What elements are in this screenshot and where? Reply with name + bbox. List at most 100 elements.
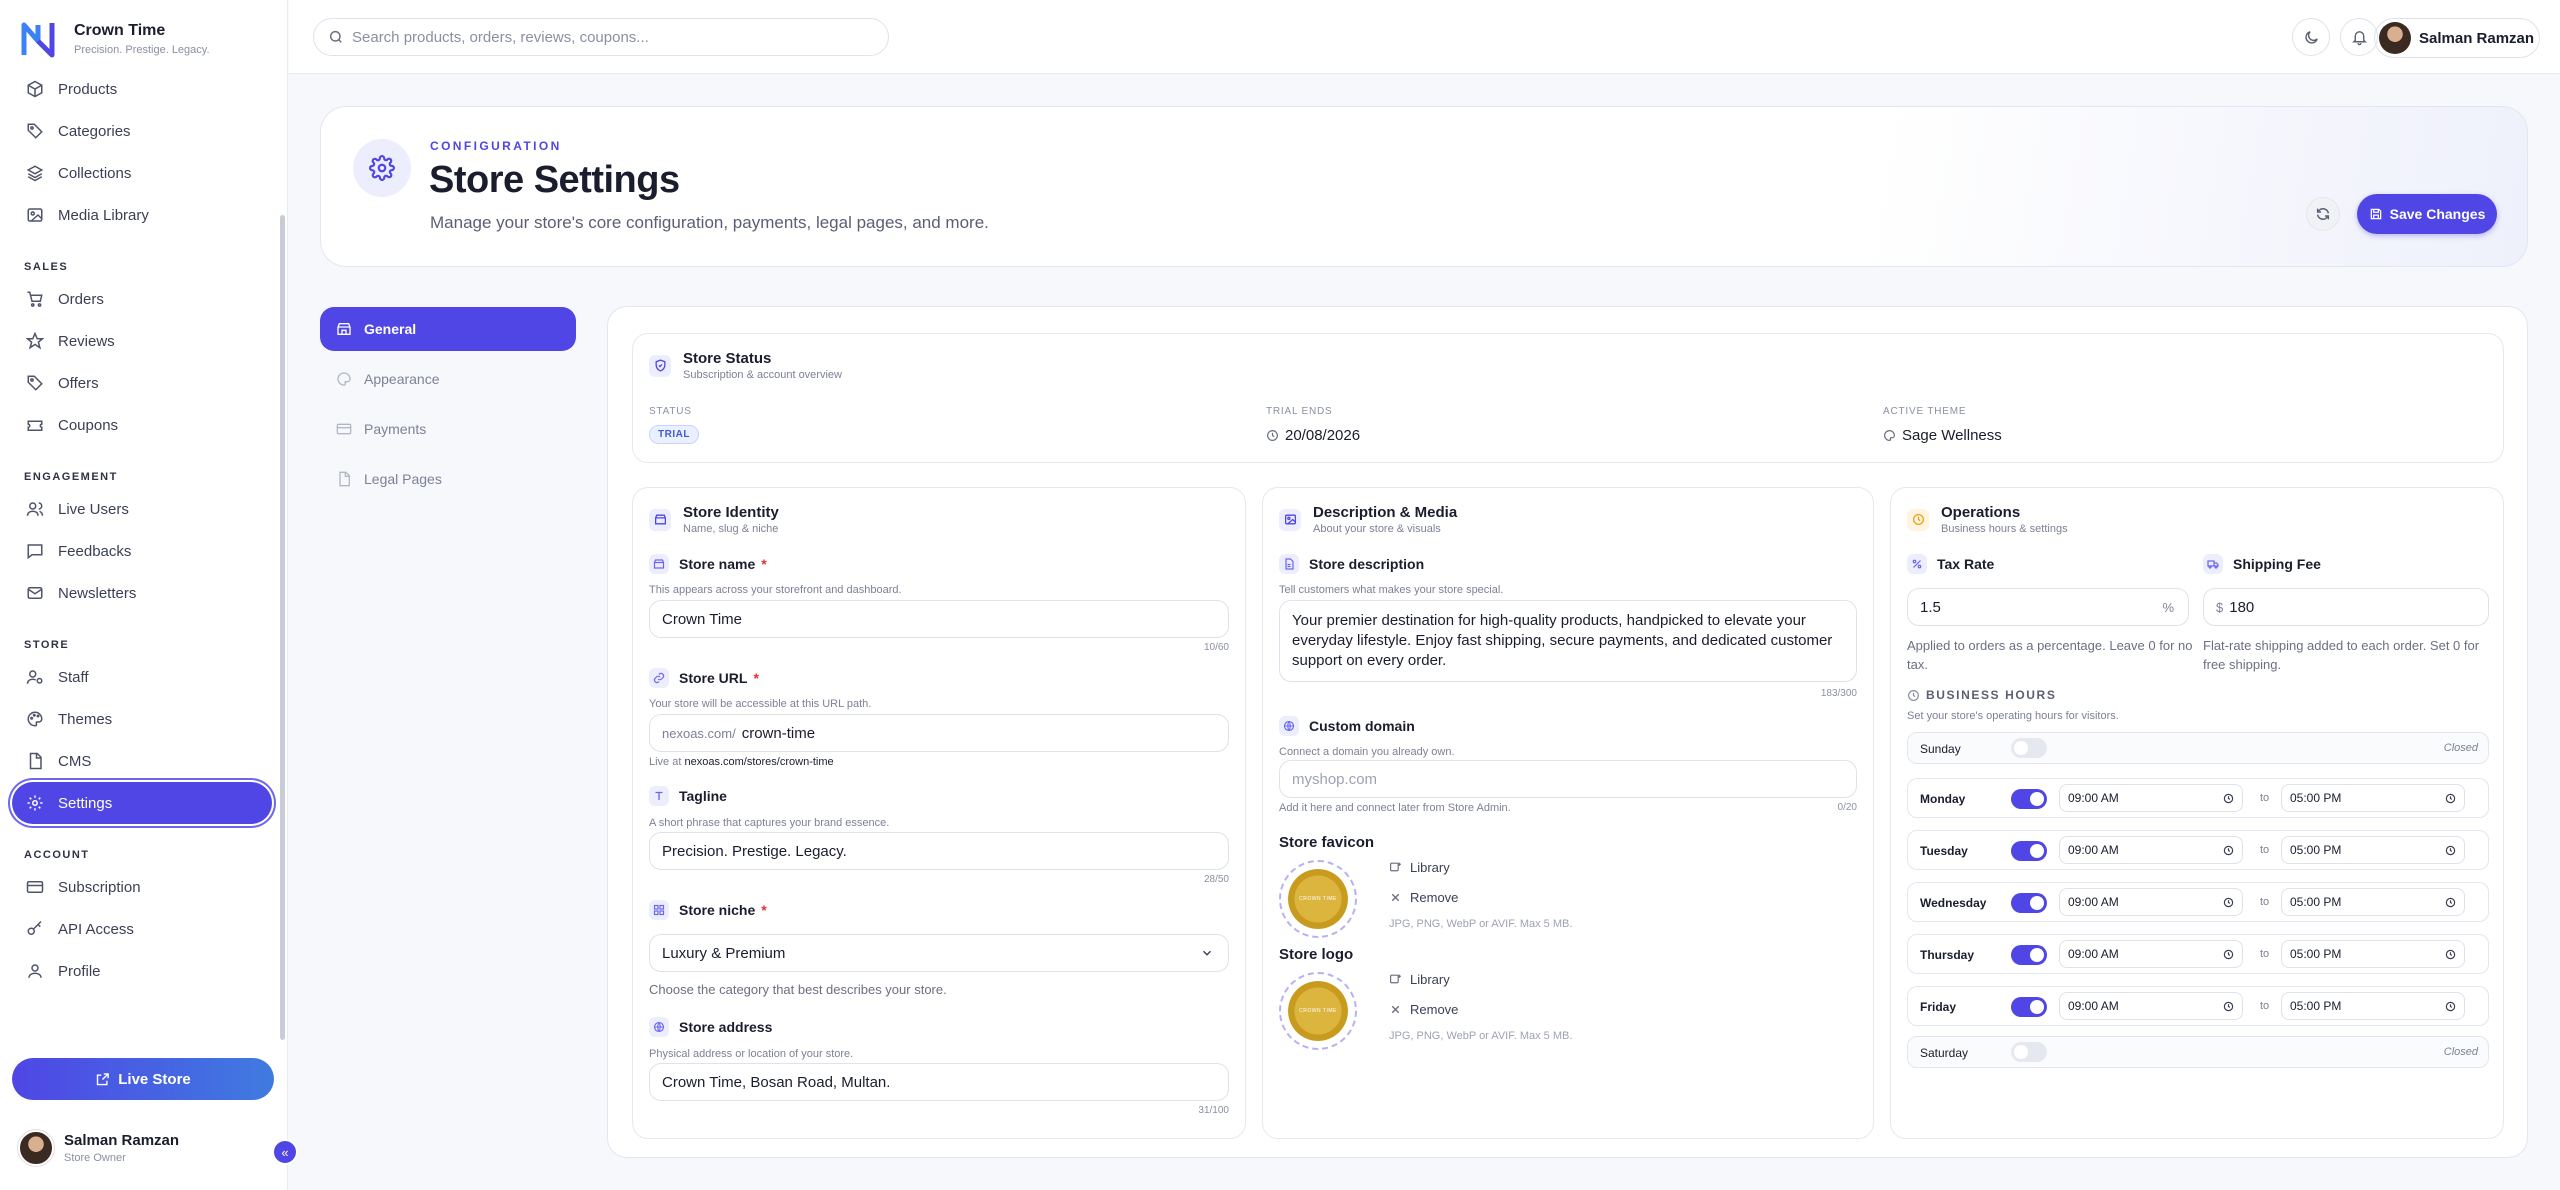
sidebar-item-categories[interactable]: Categories	[12, 110, 272, 152]
custom-domain-input[interactable]: myshop.com	[1279, 760, 1857, 798]
day-toggle[interactable]	[2011, 841, 2047, 861]
description-media-card: Description & Media About your store & vi…	[1262, 487, 1874, 1139]
sidebar-item-feedbacks[interactable]: Feedbacks	[12, 530, 272, 572]
day-toggle[interactable]	[2011, 945, 2047, 965]
sidebar-item-cms[interactable]: CMS	[12, 740, 272, 782]
sidebar-user[interactable]: Salman Ramzan Store Owner	[18, 1130, 179, 1166]
sidebar-item-orders[interactable]: Orders	[12, 278, 272, 320]
globe-icon	[1279, 716, 1299, 736]
store-address-counter: 31/100	[1198, 1105, 1229, 1116]
sidebar-nav: Products Categories Collections Media Li…	[12, 68, 272, 992]
user-name: Salman Ramzan	[2419, 29, 2535, 47]
sidebar-user-role: Store Owner	[64, 1152, 126, 1164]
avatar	[18, 1130, 54, 1166]
collapse-sidebar-button[interactable]: «	[272, 1139, 298, 1165]
tagline-input[interactable]: Precision. Prestige. Legacy.	[649, 832, 1229, 870]
sidebar-item-media-library[interactable]: Media Library	[12, 194, 272, 236]
day-name: Thursday	[1920, 948, 1975, 962]
sidebar-item-label: Live Users	[58, 500, 129, 518]
theme-toggle-button[interactable]	[2292, 18, 2330, 56]
search-input[interactable]	[352, 28, 852, 46]
day-toggle[interactable]	[2011, 789, 2047, 809]
refresh-button[interactable]	[2306, 197, 2340, 231]
open-time-input[interactable]: 09:00 AM	[2059, 784, 2243, 812]
close-time-input[interactable]: 05:00 PM	[2281, 836, 2465, 864]
status-badge: TRIAL	[649, 425, 699, 444]
sidebar-item-collections[interactable]: Collections	[12, 152, 272, 194]
search-box[interactable]	[313, 18, 889, 56]
sidebar-item-products[interactable]: Products	[12, 68, 272, 110]
status-label: STATUS	[649, 406, 692, 417]
day-toggle[interactable]	[2011, 738, 2047, 758]
sidebar-item-coupons[interactable]: Coupons	[12, 404, 272, 446]
sidebar-item-newsletters[interactable]: Newsletters	[12, 572, 272, 614]
sidebar-item-offers[interactable]: Offers	[12, 362, 272, 404]
sidebar-item-reviews[interactable]: Reviews	[12, 320, 272, 362]
file-icon	[336, 471, 352, 487]
shipping-fee-input[interactable]: $180	[2203, 588, 2489, 626]
close-time-input[interactable]: 05:00 PM	[2281, 940, 2465, 968]
sidebar-item-settings[interactable]: Settings	[12, 782, 272, 824]
tab-legal-pages[interactable]: Legal Pages	[320, 457, 576, 501]
favicon-library-button[interactable]: Library	[1389, 860, 1450, 875]
day-toggle[interactable]	[2011, 1042, 2047, 1062]
sidebar-scrollbar[interactable]	[280, 215, 285, 1040]
store-niche-select[interactable]: Luxury & Premium	[649, 934, 1229, 972]
clock-icon	[2445, 897, 2456, 908]
tax-rate-input[interactable]: 1.5%	[1907, 588, 2189, 626]
sidebar-item-live-users[interactable]: Live Users	[12, 488, 272, 530]
message-icon	[26, 542, 44, 560]
topbar: Salman Ramzan	[289, 0, 2560, 74]
sidebar-item-profile[interactable]: Profile	[12, 950, 272, 992]
sidebar-item-label: Orders	[58, 290, 104, 308]
close-time-input[interactable]: 05:00 PM	[2281, 784, 2465, 812]
favicon-preview[interactable]: CROWN TIME	[1279, 860, 1357, 938]
page-subtitle: Manage your store's core configuration, …	[430, 213, 989, 232]
close-time-input[interactable]: 05:00 PM	[2281, 888, 2465, 916]
sidebar-item-staff[interactable]: Staff	[12, 656, 272, 698]
logo-library-button[interactable]: Library	[1389, 972, 1450, 987]
tab-general[interactable]: General	[320, 307, 576, 351]
close-time-input[interactable]: 05:00 PM	[2281, 992, 2465, 1020]
logo-preview[interactable]: CROWN TIME	[1279, 972, 1357, 1050]
clock-icon	[2223, 949, 2234, 960]
store-url-input[interactable]: nexoas.com/crown-time	[649, 714, 1229, 752]
store-name-counter: 10/60	[1203, 642, 1229, 653]
sidebar-item-label: API Access	[58, 920, 134, 938]
palette-icon	[336, 371, 352, 387]
notifications-button[interactable]	[2340, 18, 2378, 56]
live-store-button[interactable]: Live Store	[12, 1058, 274, 1100]
user-icon	[26, 962, 44, 980]
day-toggle[interactable]	[2011, 997, 2047, 1017]
favicon-remove-button[interactable]: Remove	[1389, 890, 1458, 905]
sidebar-item-subscription[interactable]: Subscription	[12, 866, 272, 908]
card-subtitle: Subscription & account overview	[683, 369, 842, 381]
tab-payments[interactable]: Payments	[320, 407, 576, 451]
store-name-input[interactable]: Crown Time	[649, 600, 1229, 638]
tab-appearance[interactable]: Appearance	[320, 357, 576, 401]
open-time-input[interactable]: 09:00 AM	[2059, 888, 2243, 916]
store-description-textarea[interactable]: Your premier destination for high-qualit…	[1279, 600, 1857, 682]
brand[interactable]: Crown Time Precision. Prestige. Legacy.	[20, 16, 210, 62]
user-menu[interactable]: Salman Ramzan	[2374, 18, 2540, 58]
box-icon	[26, 80, 44, 98]
hours-row-friday: Friday 09:00 AM to 05:00 PM	[1907, 986, 2489, 1026]
sidebar-item-themes[interactable]: Themes	[12, 698, 272, 740]
user-cog-icon	[26, 668, 44, 686]
nav-section-store: STORE	[24, 639, 70, 651]
clock-icon	[2223, 845, 2234, 856]
logo-remove-button[interactable]: Remove	[1389, 1002, 1458, 1017]
trial-ends-label: TRIAL ENDS	[1266, 406, 1333, 417]
status-field: STATUS TRIAL	[649, 406, 699, 444]
tax-rate-help: Applied to orders as a percentage. Leave…	[1907, 638, 2193, 672]
percent-icon	[1907, 554, 1927, 574]
open-time-input[interactable]: 09:00 AM	[2059, 836, 2243, 864]
save-changes-button[interactable]: Save Changes	[2357, 194, 2497, 234]
open-time-input[interactable]: 09:00 AM	[2059, 940, 2243, 968]
open-time-input[interactable]: 09:00 AM	[2059, 992, 2243, 1020]
store-address-input[interactable]: Crown Time, Bosan Road, Multan.	[649, 1063, 1229, 1101]
day-toggle[interactable]	[2011, 893, 2047, 913]
sidebar-item-api-access[interactable]: API Access	[12, 908, 272, 950]
sidebar-item-label: CMS	[58, 752, 92, 770]
day-name: Sunday	[1920, 742, 1961, 756]
